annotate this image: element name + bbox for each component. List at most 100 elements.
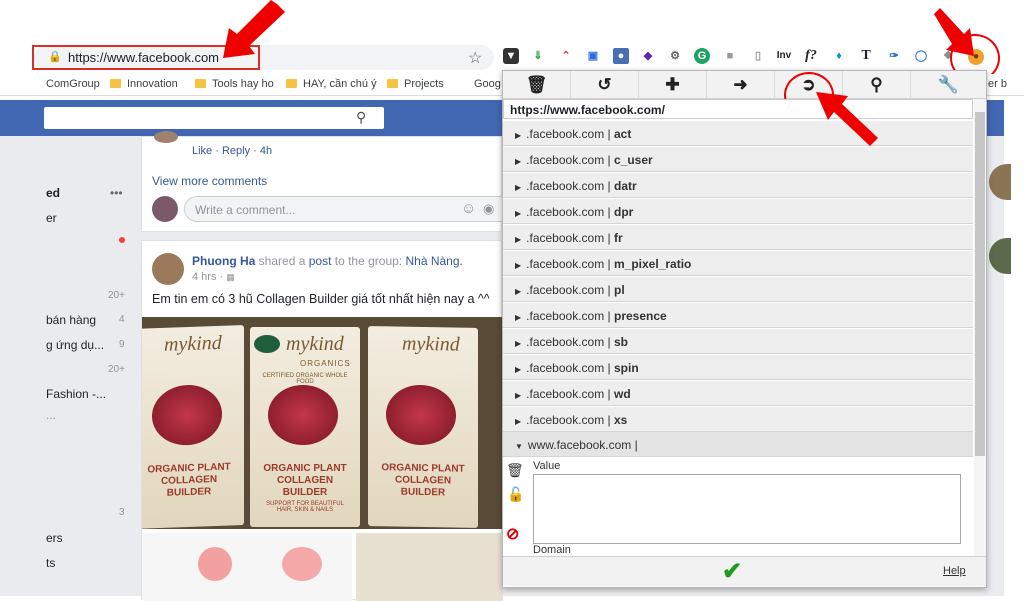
post-time: 4 hrs — [192, 271, 217, 283]
product-name: ORGANIC PLANT COLLAGEN BUILDER — [263, 463, 347, 498]
cookie-domain: .facebook.com | — [526, 153, 611, 167]
refresh-circle-icon[interactable]: ◯ — [913, 48, 929, 64]
bookmark-goog[interactable]: Goog — [474, 78, 501, 90]
post-shared-text: shared a — [258, 254, 306, 268]
search-icon[interactable]: ⚲ — [356, 109, 366, 126]
gear-icon[interactable]: ⚙ — [667, 48, 683, 64]
left-nav-item[interactable]: Fashion -... — [46, 387, 106, 401]
news-feed: Like · Reply · 4h View more comments Wri… — [141, 131, 514, 601]
comment-actions[interactable]: Like · Reply · 4h — [192, 145, 272, 157]
document-icon[interactable]: ▯ — [750, 48, 766, 64]
cookie-domain: .facebook.com | — [526, 413, 611, 427]
garden-of-life-logo — [254, 335, 280, 353]
tab-icon[interactable]: ▣ — [585, 48, 601, 64]
extension-t-icon[interactable]: T — [858, 48, 874, 64]
bookmark-comgroup[interactable]: ComGroup — [46, 78, 100, 90]
triangle-right-icon: ▶ — [515, 365, 522, 374]
cookie-row[interactable]: ▶ .facebook.com | dpr — [503, 199, 973, 224]
cookie-value-textarea[interactable] — [533, 474, 961, 544]
left-nav-item[interactable]: ers — [46, 531, 63, 545]
comment-input[interactable]: Write a comment... ☺ ◉ — [184, 196, 514, 222]
left-nav-item[interactable]: ed — [46, 186, 60, 200]
product-certified: CERTIFIED ORGANIC WHOLE FOOD — [262, 373, 348, 385]
extension-inv-icon[interactable]: Inv — [776, 48, 792, 64]
cookie-row[interactable]: ▶ .facebook.com | presence — [503, 303, 973, 328]
extension-formula-icon[interactable]: f? — [803, 48, 819, 64]
bookmark-projects[interactable]: Projects — [387, 78, 444, 90]
options-wrench-icon[interactable]: 🔧 — [911, 71, 986, 99]
cookie-row[interactable]: ▶ .facebook.com | xs — [503, 407, 973, 432]
cookie-editor-footer — [503, 556, 986, 586]
confirm-check-icon[interactable]: ✔ — [722, 557, 742, 586]
post-timestamp[interactable]: 4 hrs · ▦ — [192, 271, 235, 283]
post-photo[interactable]: mykind ORGANIC PLANT COLLAGEN BUILDER my… — [142, 317, 503, 529]
group-link[interactable]: Nhà Nàng. — [405, 254, 462, 268]
cookie-name: act — [614, 127, 632, 141]
product-brand: mykind — [164, 331, 222, 356]
left-nav-item[interactable]: ts — [46, 556, 55, 570]
cookie-row[interactable]: ▶ .facebook.com | wd — [503, 381, 973, 406]
camera-icon[interactable]: ◉ — [483, 201, 494, 217]
left-nav-count: 9 — [119, 339, 125, 350]
flower-image — [198, 547, 232, 581]
post-photo-tertiary[interactable] — [356, 533, 503, 601]
cookie-row[interactable]: ▶ .facebook.com | pl — [503, 277, 973, 302]
caret-icon[interactable]: ⌃ — [558, 48, 574, 64]
bookmark-hay[interactable]: HAY, cần chú ý — [286, 78, 377, 90]
cookie-domain: .facebook.com | — [526, 257, 611, 271]
left-nav-item[interactable]: bán hàng — [46, 313, 96, 327]
diamond-icon[interactable]: ◆ — [640, 48, 656, 64]
scrollbar-thumb[interactable] — [975, 112, 985, 456]
folder-icon — [195, 79, 206, 88]
bookmark-innovation[interactable]: Innovation — [110, 78, 178, 90]
cookie-name: m_pixel_ratio — [614, 257, 692, 271]
cookie-row[interactable]: ▶ .facebook.com | c_user — [503, 147, 973, 172]
post-link[interactable]: post — [309, 254, 332, 268]
delete-cookie-icon[interactable]: 🗑 — [506, 462, 524, 479]
cookie-row[interactable]: ▶ .facebook.com | act — [503, 121, 973, 146]
left-nav-item[interactable]: g ứng dụ... — [46, 338, 104, 352]
bookmark-tools[interactable]: Tools hay ho — [195, 78, 274, 90]
export-annotation-arrow — [816, 92, 878, 146]
cookie-row[interactable]: ▶ .facebook.com | m_pixel_ratio — [503, 251, 973, 276]
block-icon[interactable]: ⊘ — [506, 524, 519, 544]
emoji-icon[interactable]: ☺ — [461, 200, 476, 217]
bookmark-overflow[interactable]: er b — [988, 78, 1007, 90]
left-nav-item[interactable]: ... — [46, 408, 56, 422]
grammarly-icon[interactable]: G — [694, 48, 710, 64]
reset-icon[interactable]: ↺ — [571, 71, 639, 99]
post-author-link[interactable]: Phuong Ha — [192, 254, 255, 268]
bookmark-star-icon[interactable]: ☆ — [468, 48, 482, 68]
import-icon[interactable]: ➜ — [707, 71, 775, 99]
triangle-right-icon: ▶ — [515, 391, 522, 400]
more-options-icon[interactable]: ••• — [110, 186, 123, 200]
expanded-cookie-row[interactable]: ▼ www.facebook.com | — [503, 432, 973, 457]
pocket-icon[interactable]: ▼ — [503, 48, 519, 64]
translate-icon[interactable]: ● — [613, 48, 629, 64]
left-nav-item[interactable]: er — [46, 211, 57, 225]
chat-icon[interactable]: ■ — [722, 48, 738, 64]
add-cookie-icon[interactable]: ✚ — [639, 71, 707, 99]
triangle-right-icon: ▶ — [515, 183, 522, 192]
delete-all-icon[interactable]: 🗑 — [503, 71, 571, 99]
cookie-row[interactable]: ▶ .facebook.com | spin — [503, 355, 973, 380]
post-photo-secondary[interactable] — [142, 533, 352, 601]
download-icon[interactable]: ⇓ — [530, 48, 546, 64]
flower-image — [282, 547, 322, 581]
product-organics: ORGANICS — [300, 359, 351, 368]
pen-icon[interactable]: ✑ — [886, 48, 902, 64]
cookie-row[interactable]: ▶ .facebook.com | datr — [503, 173, 973, 198]
cookie-row[interactable]: ▶ .facebook.com | sb — [503, 329, 973, 354]
avatar[interactable] — [152, 253, 184, 285]
help-link[interactable]: Help — [943, 565, 966, 577]
facebook-search-input[interactable] — [44, 107, 384, 129]
tag-icon[interactable]: ♦ — [831, 48, 847, 64]
cookie-name: pl — [614, 283, 625, 297]
comment-card: Like · Reply · 4h View more comments Wri… — [141, 131, 514, 232]
domain-label: Domain — [533, 544, 571, 556]
cookie-row[interactable]: ▶ .facebook.com | fr — [503, 225, 973, 250]
cookie-domain: .facebook.com | — [526, 283, 611, 297]
cookie-name: spin — [614, 361, 639, 375]
view-more-comments-link[interactable]: View more comments — [152, 174, 267, 188]
unlock-icon[interactable]: 🔓 — [507, 486, 524, 503]
